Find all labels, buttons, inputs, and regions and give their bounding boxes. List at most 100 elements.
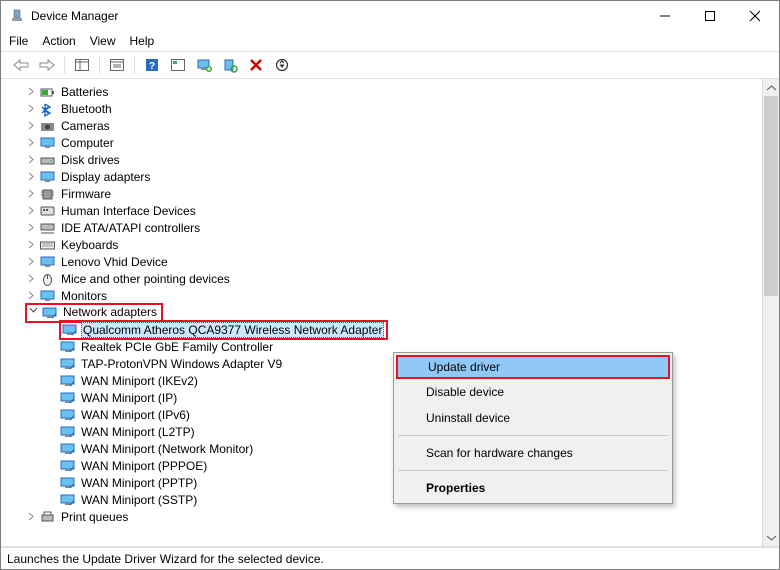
tree-node[interactable]: Print queues	[1, 508, 762, 525]
chevron-right-icon[interactable]	[25, 137, 37, 149]
device-manager-window: Device Manager File Action View Help ? B…	[0, 0, 780, 570]
tree-node[interactable]: Computer	[1, 134, 762, 151]
tree-label: Lenovo Vhid Device	[59, 255, 170, 269]
bluetooth-icon	[39, 101, 55, 117]
chevron-right-icon[interactable]	[25, 154, 37, 166]
tree-node[interactable]: Display adapters	[1, 168, 762, 185]
battery-icon	[39, 84, 55, 100]
mouse-icon	[39, 271, 55, 287]
tree-label: WAN Miniport (L2TP)	[79, 425, 197, 439]
tree-node[interactable]: Mice and other pointing devices	[1, 270, 762, 287]
tree-node[interactable]: Cameras	[1, 117, 762, 134]
monitor-icon	[39, 254, 55, 270]
network-icon	[41, 305, 57, 321]
window-title: Device Manager	[31, 9, 642, 23]
show-hide-tree-button[interactable]	[70, 54, 94, 76]
tree-label: Network adapters	[61, 305, 159, 321]
update-driver-button[interactable]	[192, 54, 216, 76]
monitor-icon	[39, 135, 55, 151]
tree-label: WAN Miniport (PPPOE)	[79, 459, 209, 473]
close-button[interactable]	[732, 1, 777, 31]
chevron-right-icon[interactable]	[25, 205, 37, 217]
tree-node[interactable]: Qualcomm Atheros QCA9377 Wireless Networ…	[1, 321, 762, 338]
context-menu-item[interactable]: Properties	[396, 475, 670, 501]
tree-node[interactable]: Bluetooth	[1, 100, 762, 117]
minimize-button[interactable]	[642, 1, 687, 31]
monitor-icon	[39, 169, 55, 185]
forward-button[interactable]	[35, 54, 59, 76]
tree-node[interactable]: Batteries	[1, 83, 762, 100]
printer-icon	[39, 509, 55, 525]
menu-file[interactable]: File	[9, 34, 28, 48]
network-icon	[59, 458, 75, 474]
tree-label: IDE ATA/ATAPI controllers	[59, 221, 202, 235]
chevron-right-icon[interactable]	[25, 188, 37, 200]
help-button[interactable]: ?	[140, 54, 164, 76]
chevron-right-icon[interactable]	[25, 120, 37, 132]
tree-node[interactable]: Lenovo Vhid Device	[1, 253, 762, 270]
action-button[interactable]	[166, 54, 190, 76]
status-text: Launches the Update Driver Wizard for th…	[7, 552, 324, 566]
chevron-right-icon[interactable]	[25, 273, 37, 285]
chevron-right-icon[interactable]	[25, 86, 37, 98]
scan-hardware-button[interactable]	[218, 54, 242, 76]
tree-label: Print queues	[59, 510, 130, 524]
tree-node[interactable]: Keyboards	[1, 236, 762, 253]
maximize-button[interactable]	[687, 1, 732, 31]
menu-view[interactable]: View	[90, 34, 116, 48]
chevron-right-icon[interactable]	[25, 256, 37, 268]
chevron-right-icon[interactable]	[25, 171, 37, 183]
scroll-up-button[interactable]	[763, 79, 779, 96]
tree-label: Disk drives	[59, 153, 122, 167]
network-icon	[59, 441, 75, 457]
scroll-thumb[interactable]	[764, 96, 778, 296]
menu-action[interactable]: Action	[42, 34, 75, 48]
tree-node[interactable]: Human Interface Devices	[1, 202, 762, 219]
chevron-down-icon[interactable]	[27, 305, 39, 317]
context-menu-item[interactable]: Uninstall device	[396, 405, 670, 431]
ide-icon	[39, 220, 55, 236]
chevron-right-icon[interactable]	[25, 290, 37, 302]
uninstall-button[interactable]	[244, 54, 268, 76]
network-icon	[61, 322, 77, 338]
tree-label: Batteries	[59, 85, 110, 99]
camera-icon	[39, 118, 55, 134]
network-icon	[59, 339, 75, 355]
chevron-right-icon[interactable]	[25, 239, 37, 251]
tree-label: Human Interface Devices	[59, 204, 198, 218]
tree-label: WAN Miniport (Network Monitor)	[79, 442, 255, 456]
tree-label: Cameras	[59, 119, 112, 133]
tree-node[interactable]: Monitors	[1, 287, 762, 304]
svg-text:?: ?	[149, 61, 155, 72]
menu-separator	[398, 470, 668, 471]
tree-label: TAP-ProtonVPN Windows Adapter V9	[79, 357, 284, 371]
properties-button[interactable]	[105, 54, 129, 76]
tree-node[interactable]: IDE ATA/ATAPI controllers	[1, 219, 762, 236]
vertical-scrollbar[interactable]	[762, 79, 779, 546]
scroll-down-button[interactable]	[763, 529, 779, 546]
keyboard-icon	[39, 237, 55, 253]
context-menu-item[interactable]: Update driver	[396, 355, 670, 379]
tree-label: WAN Miniport (IPv6)	[79, 408, 192, 422]
back-button[interactable]	[9, 54, 33, 76]
chevron-right-icon[interactable]	[25, 222, 37, 234]
disable-button[interactable]	[270, 54, 294, 76]
chevron-right-icon[interactable]	[25, 511, 37, 523]
tree-label: WAN Miniport (PPTP)	[79, 476, 199, 490]
chevron-right-icon[interactable]	[25, 103, 37, 115]
network-icon	[59, 424, 75, 440]
tree-node[interactable]: Firmware	[1, 185, 762, 202]
menu-help[interactable]: Help	[130, 34, 155, 48]
scroll-track[interactable]	[763, 96, 779, 529]
network-icon	[59, 373, 75, 389]
context-menu: Update driverDisable deviceUninstall dev…	[393, 352, 673, 504]
tree-label: Qualcomm Atheros QCA9377 Wireless Networ…	[81, 322, 384, 338]
menubar: File Action View Help	[1, 31, 779, 51]
network-icon	[59, 390, 75, 406]
tree-node[interactable]: Network adapters	[1, 304, 762, 321]
network-icon	[59, 407, 75, 423]
context-menu-item[interactable]: Scan for hardware changes	[396, 440, 670, 466]
context-menu-item[interactable]: Disable device	[396, 379, 670, 405]
network-icon	[59, 492, 75, 508]
tree-node[interactable]: Disk drives	[1, 151, 762, 168]
